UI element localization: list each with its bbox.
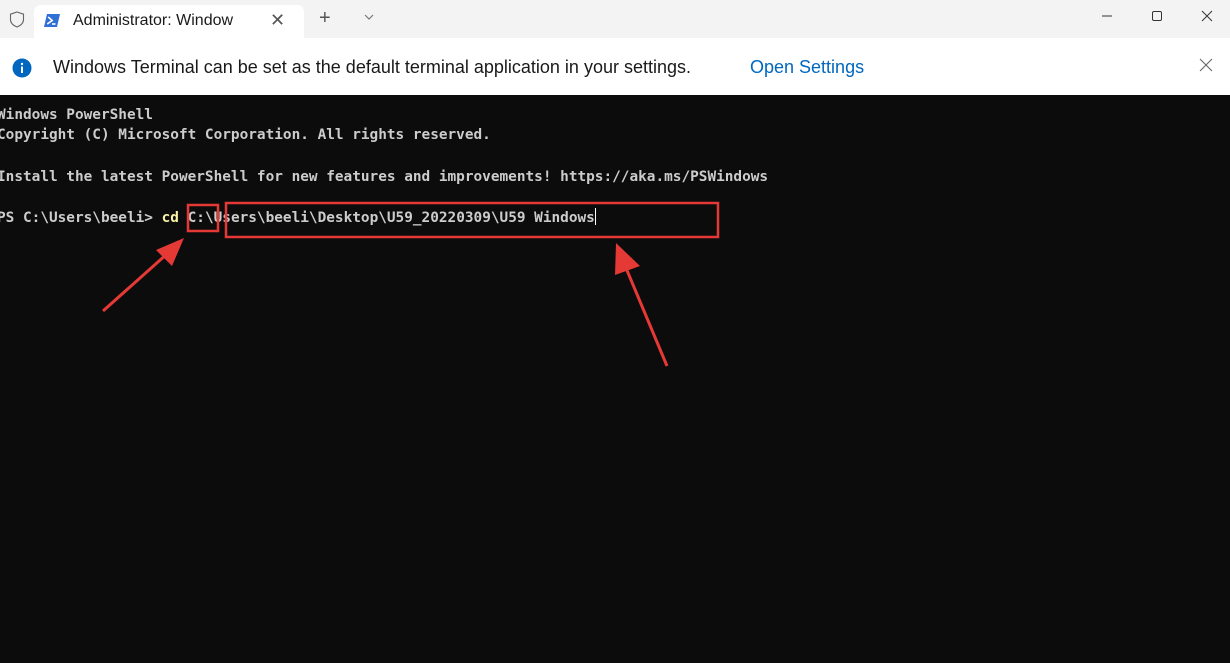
title-bar: Administrator: Window ✕ + (0, 0, 1230, 38)
close-button[interactable] (1184, 0, 1230, 32)
info-bar: Windows Terminal can be set as the defau… (0, 38, 1230, 95)
info-icon (12, 58, 32, 78)
text-cursor (594, 208, 596, 225)
prompt: PS C:\Users\beeli> (0, 210, 162, 226)
terminal-line: Copyright (C) Microsoft Corporation. All… (0, 127, 491, 143)
argument-text: C:\Users\beeli\Desktop\U59_20220309\U59 … (187, 210, 595, 226)
command-text: cd (161, 210, 179, 226)
prompt-line: PS C:\Users\beeli> cd C:\Users\beeli\Des… (0, 208, 596, 228)
powershell-icon (44, 14, 60, 27)
tab-close-button[interactable]: ✕ (270, 9, 285, 31)
shield-icon (9, 11, 25, 28)
infobar-close-button[interactable] (1196, 55, 1216, 75)
terminal-line: Install the latest PowerShell for new fe… (0, 169, 769, 185)
chevron-down-icon[interactable] (362, 12, 376, 22)
terminal-line: Windows PowerShell (0, 107, 153, 123)
info-message: Windows Terminal can be set as the defau… (53, 57, 691, 77)
tab-title: Administrator: Window (73, 12, 234, 29)
maximize-icon (1152, 11, 1162, 21)
close-icon (1201, 10, 1213, 22)
minimize-icon (1102, 15, 1112, 17)
maximize-button[interactable] (1134, 0, 1180, 32)
tab-administrator[interactable]: Administrator: Window ✕ (34, 5, 304, 38)
close-icon (1199, 58, 1213, 72)
open-settings-link[interactable]: Open Settings (750, 57, 864, 78)
new-tab-button[interactable]: + (319, 7, 331, 29)
minimize-button[interactable] (1084, 0, 1130, 32)
terminal-output[interactable]: Windows PowerShell Copyright (C) Microso… (0, 95, 1230, 663)
terminal-window: Administrator: Window ✕ + Windows Termin… (0, 0, 1230, 663)
